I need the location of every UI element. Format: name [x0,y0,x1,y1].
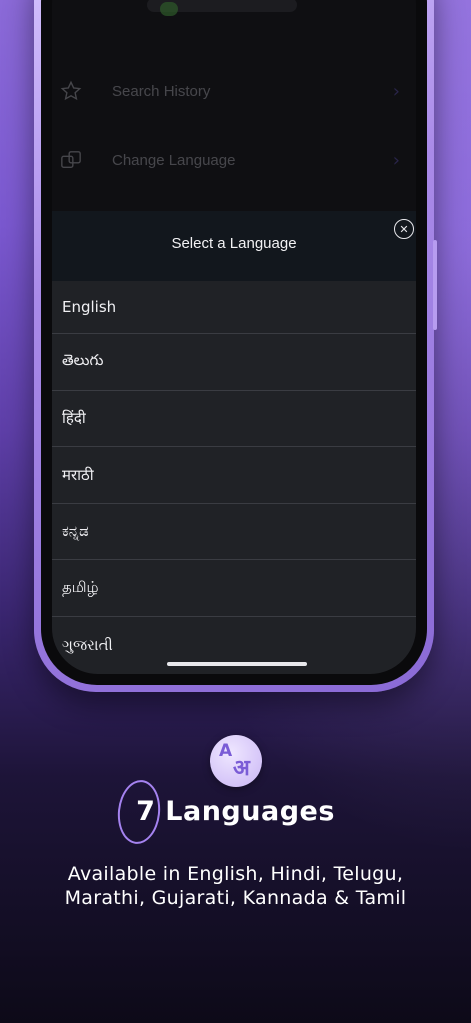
language-option-telugu[interactable]: తెలుగు [52,334,416,391]
language-option-marathi[interactable]: मराठी [52,447,416,504]
chevron-right-icon: › [392,149,400,171]
feature-headline: 7 Languages [0,777,471,847]
phone-screen: Search History › Change Language › Selec… [52,0,416,674]
phone-side-button [433,240,437,330]
language-sheet-header: Select a Language ✕ [52,211,416,281]
status-indicator [160,2,178,16]
menu-item-label: Search History [112,82,211,100]
language-option-hindi[interactable]: हिंदी [52,391,416,447]
menu-item-change-language[interactable]: Change Language › [52,135,416,185]
menu-item-label: Change Language [112,151,236,169]
language-count: 7 [114,777,164,847]
language-icon [61,151,81,169]
sheet-title: Select a Language [171,235,297,252]
feature-description: Available in English, Hindi, Telugu, Mar… [20,862,451,910]
chevron-right-icon: › [392,80,400,102]
language-option-tamil[interactable]: தமிழ் [52,560,416,617]
menu-item-search-history[interactable]: Search History › [52,66,416,116]
language-option-english[interactable]: English [52,281,416,334]
phone-bezel: Search History › Change Language › Selec… [41,0,427,685]
translate-icon: A अ [210,735,262,787]
home-indicator [167,662,307,666]
close-icon[interactable]: ✕ [394,219,414,239]
star-icon [60,80,82,101]
language-option-kannada[interactable]: ಕನ್ನಡ [52,504,416,560]
description-line-1: Available in English, Hindi, Telugu, [67,863,404,885]
translate-glyph-devanagari: अ [233,756,250,781]
phone-frame: Search History › Change Language › Selec… [34,0,437,692]
headline-title: Languages [165,796,335,827]
translate-glyph-latin: A [219,741,233,761]
circle-highlight [114,777,164,847]
language-list: English తెలుగు हिंदी मराठी ಕನ್ನಡ தமிழ் ગ… [52,281,416,674]
description-line-2: Marathi, Gujarati, Kannada & Tamil [64,887,407,909]
